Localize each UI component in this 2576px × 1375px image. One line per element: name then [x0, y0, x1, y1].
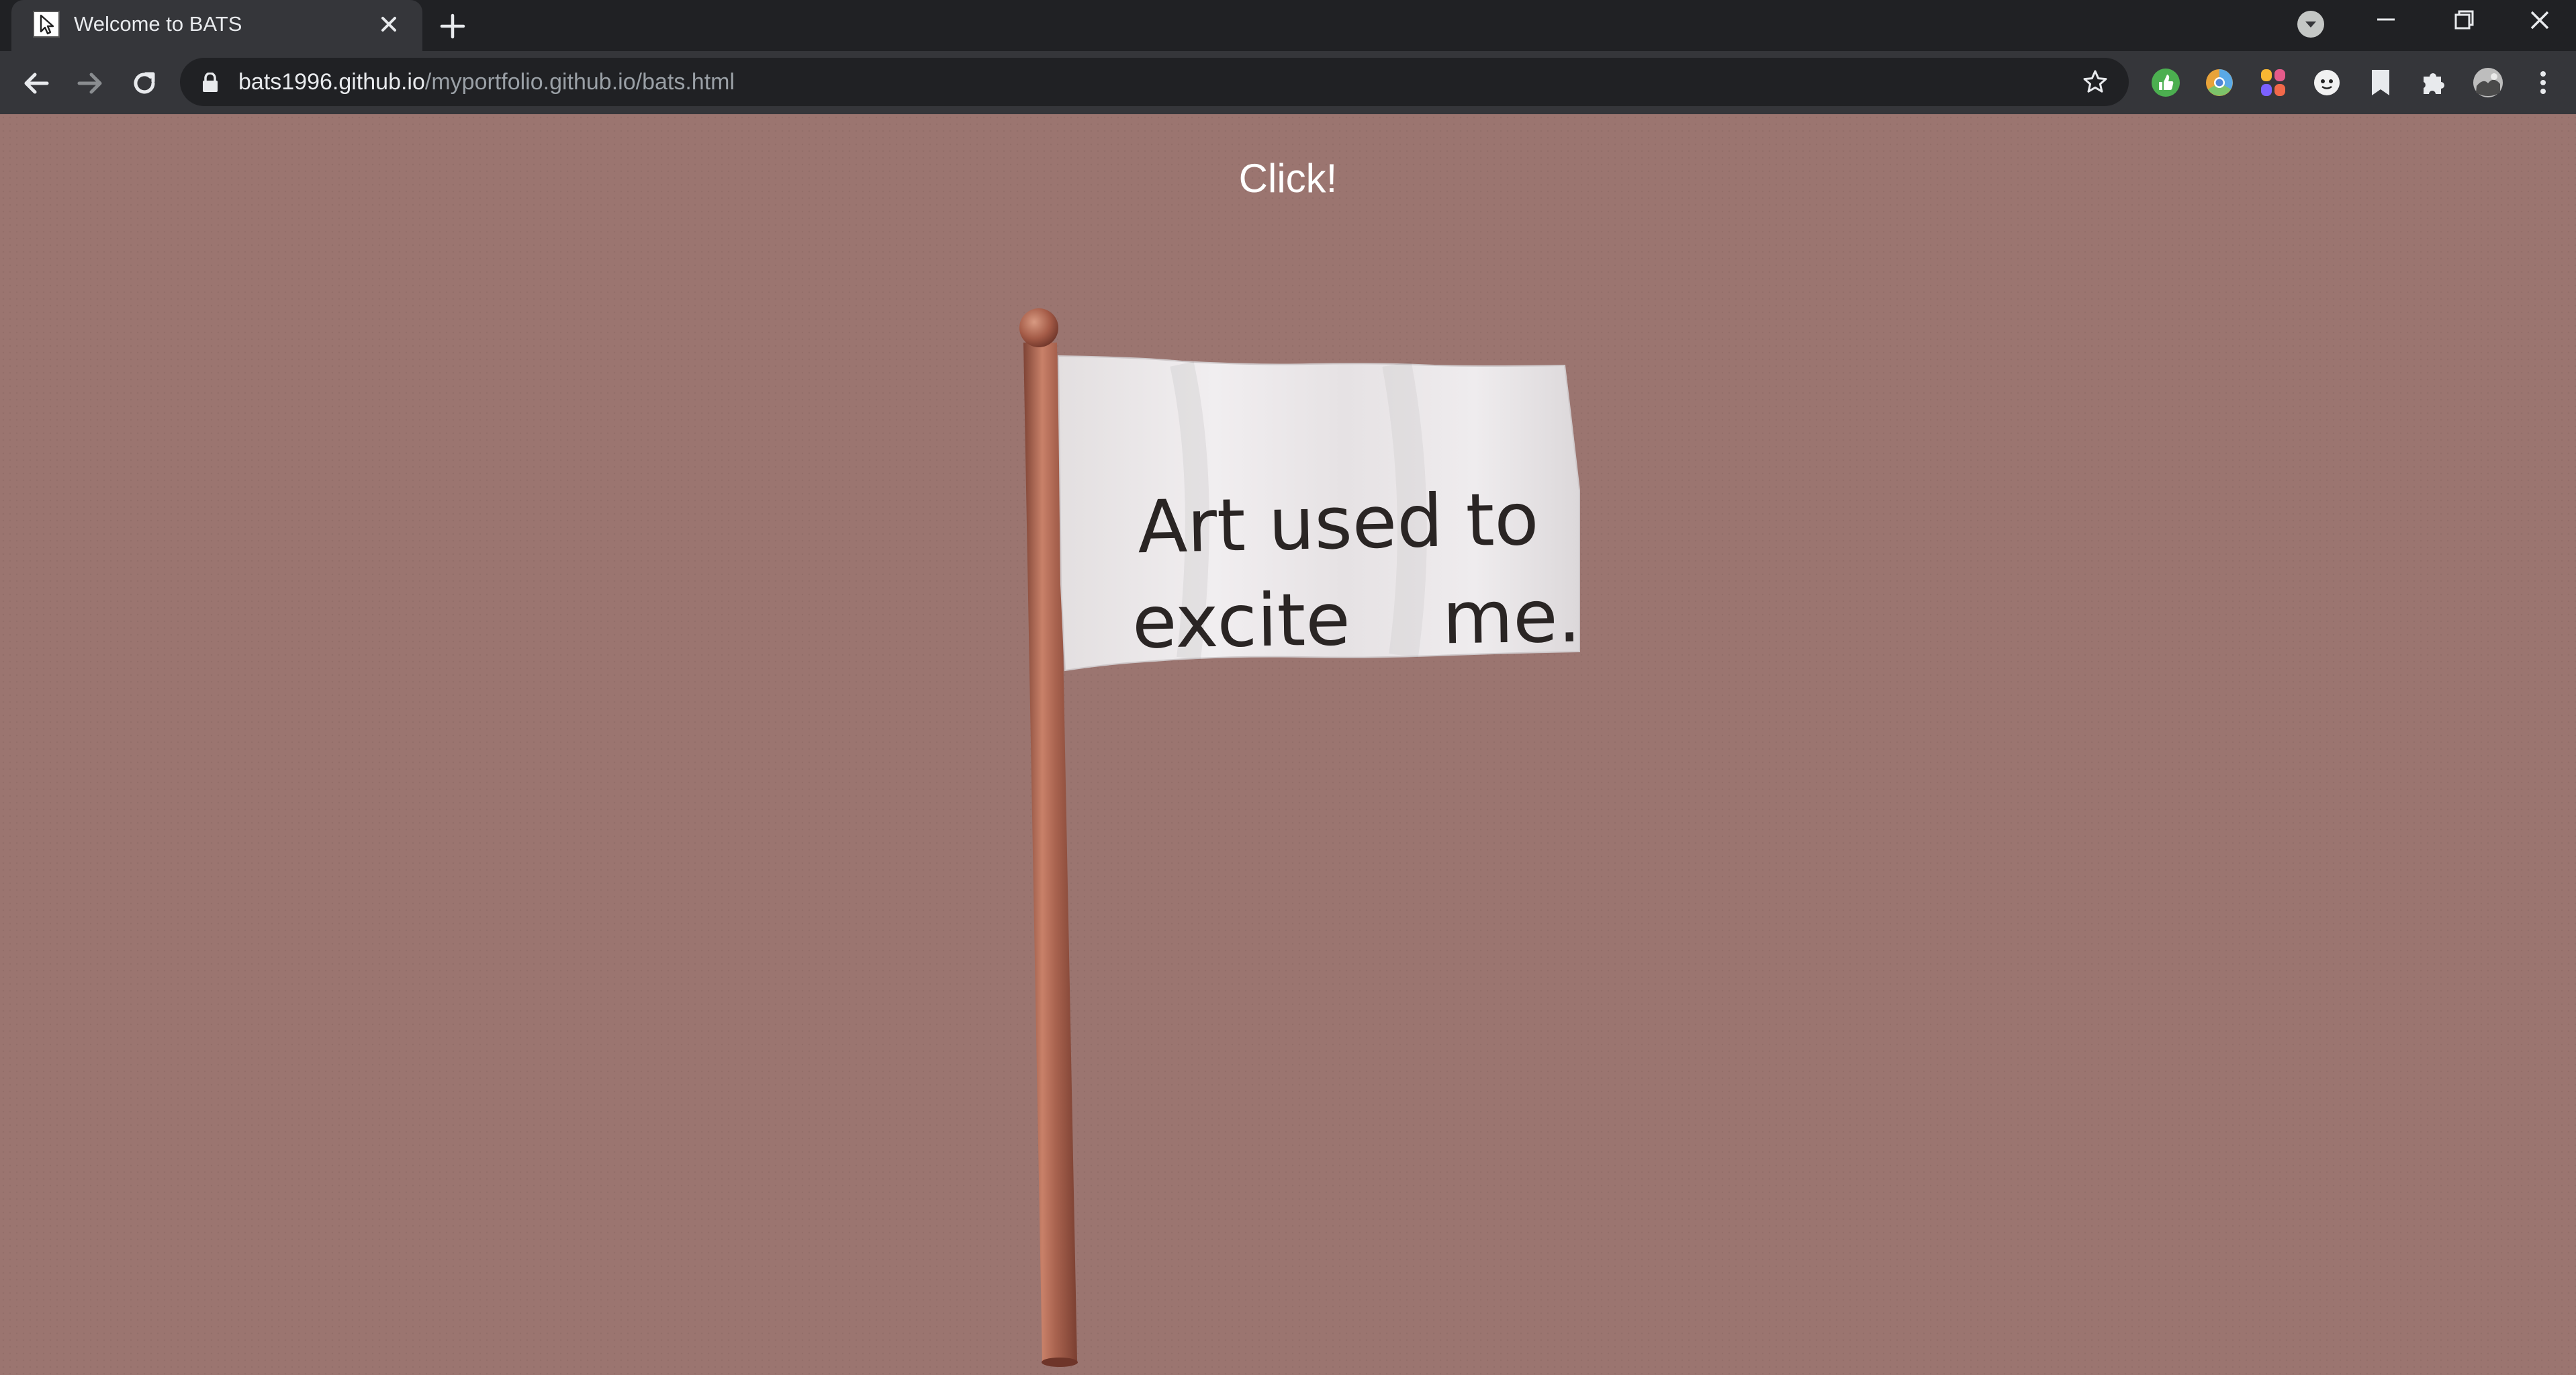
new-tab-icon[interactable] [436, 9, 469, 43]
green-thumb-extension-icon[interactable] [2149, 66, 2182, 99]
flag-pole-knob [1019, 308, 1058, 347]
bookmark-extension-icon[interactable] [2364, 66, 2397, 99]
address-bar[interactable]: bats1996.github.io/myportfolio.github.io… [180, 58, 2129, 106]
url-text[interactable]: bats1996.github.io/myportfolio.github.io… [238, 58, 735, 106]
flag-text-line-1: Art used to [1137, 478, 1540, 570]
chrome-color-extension-icon[interactable] [2203, 66, 2236, 99]
close-tab-icon[interactable] [374, 9, 404, 39]
tab-strip: Welcome to BATS [0, 0, 2576, 51]
cursor-favicon-icon [33, 11, 60, 38]
tab-title: Welcome to BATS [74, 12, 242, 36]
tab-search-icon[interactable] [2297, 11, 2324, 38]
flag-pole-base [1042, 1358, 1078, 1367]
lock-icon[interactable] [201, 72, 219, 93]
url-host: bats1996.github.io [238, 69, 425, 95]
minimize-icon[interactable] [2366, 5, 2406, 39]
restore-icon[interactable] [2442, 5, 2483, 39]
browser-toolbar: bats1996.github.io/myportfolio.github.io… [0, 51, 2576, 114]
colorful-grid-extension-icon[interactable] [2256, 66, 2290, 99]
url-path: /myportfolio.github.io/bats.html [424, 69, 735, 95]
back-icon[interactable] [17, 64, 55, 102]
close-window-icon[interactable] [2520, 5, 2560, 39]
page-canvas[interactable]: Click! Art used to excite me. [0, 114, 2576, 1375]
puzzle-extensions-icon[interactable] [2418, 66, 2451, 99]
forward-icon[interactable] [71, 64, 109, 102]
flag-scene[interactable]: Art used to excite me. [0, 114, 2576, 1375]
browser-menu-icon[interactable] [2526, 66, 2560, 99]
profile-avatar-icon[interactable] [2471, 66, 2505, 99]
bookmark-star-icon[interactable] [2082, 69, 2109, 95]
browser-tab[interactable]: Welcome to BATS [11, 0, 422, 51]
flag-text-line-2: excite me. [1132, 575, 1581, 665]
face-extension-icon[interactable] [2310, 66, 2344, 99]
reload-icon[interactable] [126, 64, 163, 102]
